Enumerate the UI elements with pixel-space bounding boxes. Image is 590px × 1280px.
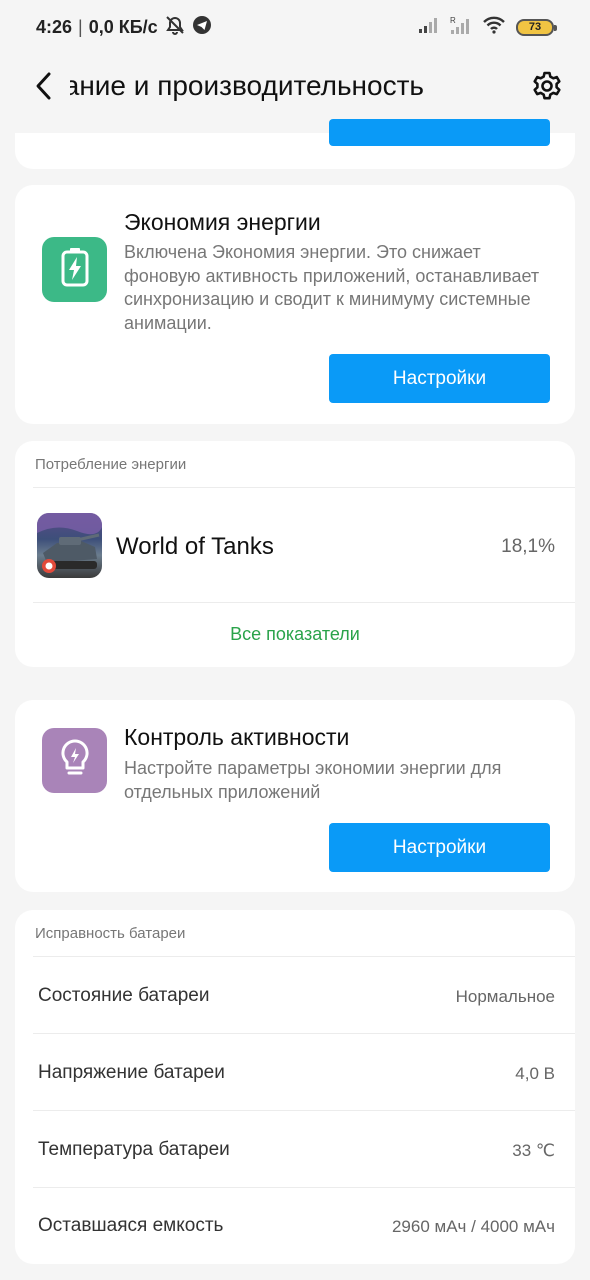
previous-card bbox=[15, 119, 575, 169]
battery-health-card: Исправность батареи Состояние батареи Но… bbox=[15, 910, 575, 1264]
app-percent: 18,1% bbox=[501, 536, 555, 557]
battery-state-row[interactable]: Состояние батареи Нормальное bbox=[15, 957, 575, 1034]
status-bar: 4:26 | 0,0 КБ/с R 73 bbox=[0, 0, 590, 54]
battery-state-value: Нормальное bbox=[455, 987, 555, 1006]
page-title-wrap: Питание и производительность bbox=[70, 66, 510, 110]
battery-bolt-icon bbox=[60, 247, 90, 292]
activity-control-card: Контроль активности Настройте параметры … bbox=[15, 700, 575, 892]
activity-control-title: Контроль активности bbox=[124, 724, 350, 750]
battery-capacity-value: 2960 мАч / 4000 мАч bbox=[391, 1217, 555, 1236]
telegram-icon bbox=[192, 15, 212, 40]
battery-health-section-label: Исправность батареи bbox=[35, 925, 186, 942]
battery-temperature-label: Температура батареи bbox=[38, 1139, 230, 1160]
wifi-icon bbox=[482, 16, 506, 39]
activity-control-settings-button[interactable]: Настройки bbox=[329, 823, 550, 872]
status-separator: | bbox=[78, 16, 83, 37]
previous-card-button[interactable] bbox=[329, 119, 550, 146]
battery-voltage-value: 4,0 В bbox=[515, 1064, 555, 1083]
activity-control-description: Настройте параметры экономии энергии для… bbox=[124, 758, 502, 802]
energy-saving-card: Экономия энергии Включена Экономия энерг… bbox=[15, 185, 575, 424]
app-name: World of Tanks bbox=[116, 533, 274, 560]
app-header: Питание и производительность bbox=[0, 58, 590, 118]
gear-icon bbox=[531, 70, 563, 107]
battery-level: 73 bbox=[528, 21, 542, 33]
signal-roaming-icon: R bbox=[450, 15, 472, 40]
energy-saving-icon-tile bbox=[42, 237, 107, 302]
chevron-left-icon bbox=[33, 71, 55, 106]
battery-voltage-row[interactable]: Напряжение батареи 4,0 В bbox=[15, 1034, 575, 1111]
battery-state-label: Состояние батареи bbox=[38, 985, 210, 1006]
back-button[interactable] bbox=[24, 68, 64, 108]
battery-icon: 73 bbox=[516, 18, 557, 36]
consumption-section-label: Потребление энергии bbox=[35, 456, 187, 473]
all-metrics-link[interactable]: Все показатели bbox=[15, 602, 575, 667]
battery-temperature-value: 33 ℃ bbox=[512, 1141, 555, 1160]
settings-button[interactable] bbox=[526, 67, 568, 109]
network-speed: 0,0 КБ/с bbox=[88, 16, 158, 37]
signal-icon bbox=[418, 16, 440, 39]
activity-control-icon-tile bbox=[42, 728, 107, 793]
energy-saving-title: Экономия энергии bbox=[124, 209, 321, 235]
battery-temperature-row[interactable]: Температура батареи 33 ℃ bbox=[15, 1111, 575, 1188]
battery-capacity-row[interactable]: Оставшаяся емкость 2960 мАч / 4000 мАч bbox=[15, 1188, 575, 1264]
mute-alarm-icon bbox=[164, 15, 186, 40]
battery-capacity-label: Оставшаяся емкость bbox=[38, 1215, 224, 1236]
lightbulb-icon bbox=[58, 738, 92, 783]
world-of-tanks-app-icon bbox=[37, 513, 102, 578]
consumption-card: Потребление энергии World of Tanks 18,1%… bbox=[15, 441, 575, 667]
battery-voltage-label: Напряжение батареи bbox=[38, 1062, 225, 1083]
app-row[interactable]: World of Tanks 18,1% bbox=[15, 488, 575, 602]
energy-saving-settings-button[interactable]: Настройки bbox=[329, 354, 550, 403]
svg-text:R: R bbox=[450, 16, 456, 25]
energy-saving-description: Включена Экономия энергии. Это снижает ф… bbox=[124, 242, 540, 333]
status-time: 4:26 bbox=[36, 16, 73, 37]
page-title: Питание и производительность bbox=[70, 70, 424, 101]
